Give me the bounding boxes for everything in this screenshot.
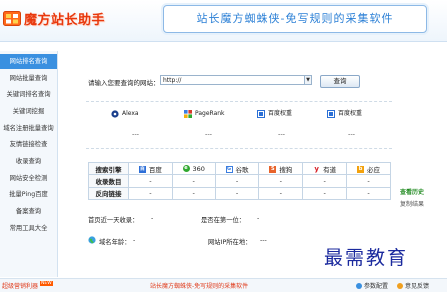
slogan-text: 站长魔方蜘蛛侠-免写规则的采集软件 xyxy=(196,12,394,25)
sidebar-item-friend-links[interactable]: 友情链接检查 xyxy=(0,137,57,152)
table-cell: - xyxy=(258,186,304,201)
first-day-index-label: 首页近一天收录： xyxy=(88,217,139,224)
baidu-weight-icon xyxy=(327,110,335,118)
marketing-tool-link[interactable]: 超级营销利器 NEW xyxy=(2,281,53,290)
watermark-text: 最需教育 xyxy=(324,247,409,269)
table-cell: - xyxy=(302,186,348,201)
sidebar-item-security[interactable]: 网站安全检测 xyxy=(0,171,57,186)
table-corner: 搜索引擎 xyxy=(88,161,129,176)
rank-name: Alexa xyxy=(122,110,139,117)
alexa-icon xyxy=(111,110,119,118)
column-youdao: y 有道 xyxy=(302,161,348,176)
sidebar-item-keyword-rank[interactable]: 关键词排名查询 xyxy=(0,87,57,102)
marketing-tool-label: 超级营销利器 xyxy=(2,283,39,290)
column-360: e 360 xyxy=(171,161,216,176)
sidebar-item-icp[interactable]: 备案查询 xyxy=(0,204,57,219)
youdao-icon: y xyxy=(313,165,321,174)
rank-baidu-weight: 百度权重 --- xyxy=(254,110,309,144)
rank-value: --- xyxy=(204,130,213,138)
sogou-icon: S xyxy=(269,166,277,174)
table-cell: - xyxy=(302,174,348,188)
table-cell: - xyxy=(346,186,391,201)
ranks-panel: Alexa --- PageRank --- 百度权重 --- 百度权重 --- xyxy=(86,101,392,149)
column-bing: b 必应 xyxy=(346,161,391,176)
baidu-weight-icon xyxy=(257,110,265,118)
bing-icon: b xyxy=(357,166,365,174)
view-history-link[interactable]: 查看历史 xyxy=(400,187,424,196)
rank-name: PageRank xyxy=(195,110,225,117)
search-engine-table: 搜索引擎 百百度 e 360 G 谷歌 S 搜狗 y 有道 b 必应 收录数目 - - -… xyxy=(88,161,391,201)
site-ip-location-value: --- xyxy=(260,237,267,244)
sidebar-item-ping-baidu[interactable]: 批量Ping百度 xyxy=(0,187,57,202)
footer-slogan-link[interactable]: 站长魔方蜘蛛侠-免写规则的采集软件 xyxy=(150,281,248,290)
rank-value: --- xyxy=(131,130,140,138)
domain-age-label: 域名年龄： xyxy=(99,239,131,246)
feedback-icon xyxy=(397,283,403,289)
first-day-index-value: - xyxy=(151,215,154,222)
globe-icon xyxy=(88,236,96,244)
table-row: 收录数目 - - - - - - xyxy=(88,174,391,188)
table-cell: - xyxy=(171,186,216,201)
first-position-value: - xyxy=(257,215,260,222)
row-label: 收录数目 xyxy=(88,174,129,188)
row-label: 反向链接 xyxy=(88,186,129,201)
rank-alexa: Alexa --- xyxy=(108,110,163,144)
table-cell: - xyxy=(258,174,304,188)
column-sogou: S 搜狗 xyxy=(258,161,304,176)
settings-button[interactable]: 参数配置 xyxy=(356,281,388,290)
column-baidu: 百百度 xyxy=(128,161,173,176)
feedback-label: 意见反馈 xyxy=(405,283,430,290)
so360-icon: e xyxy=(182,165,190,173)
url-dropdown-arrow-icon[interactable]: ▼ xyxy=(304,75,312,85)
table-cell: - xyxy=(214,186,260,201)
site-ip-location-label: 网站IP所在地： xyxy=(208,239,252,246)
status-footer: 超级营销利器 NEW 站长魔方蜘蛛侠-免写规则的采集软件 参数配置 意见反馈 xyxy=(0,278,447,292)
rank-value: --- xyxy=(277,130,286,138)
sidebar: 网站排名查询 网站批量查询 关键词排名查询 关键词挖掘 域名注册批量查询 友情链… xyxy=(0,51,58,277)
table-cell: - xyxy=(171,174,216,188)
app-header: 魔方站长助手 站长魔方蜘蛛侠-免写规则的采集软件 xyxy=(0,0,447,42)
table-cell: - xyxy=(128,186,173,201)
table-cell: - xyxy=(214,174,260,188)
baidu-icon: 百 xyxy=(138,166,146,174)
feedback-button[interactable]: 意见反馈 xyxy=(397,281,429,290)
domain-age-value: - xyxy=(133,237,136,244)
rank-pagerank: PageRank --- xyxy=(181,110,236,144)
rank-name: 百度权重 xyxy=(338,110,363,117)
google-icon: G xyxy=(225,166,233,174)
copy-results-link[interactable]: 复制结果 xyxy=(400,199,424,208)
rank-value: --- xyxy=(347,130,356,138)
sidebar-item-domain-batch[interactable]: 域名注册批量查询 xyxy=(0,121,57,136)
sidebar-item-keyword-mining[interactable]: 关键词挖掘 xyxy=(0,104,57,119)
sidebar-item-index-query[interactable]: 收录查询 xyxy=(0,154,57,169)
new-badge: NEW xyxy=(40,281,53,286)
magic-cube-logo-icon xyxy=(3,11,21,26)
sidebar-item-tools[interactable]: 常用工具大全 xyxy=(0,221,57,236)
table-row: 反向链接 - - - - - - xyxy=(88,186,391,201)
pagerank-icon xyxy=(184,110,192,118)
column-google: G 谷歌 xyxy=(214,161,260,176)
table-cell: - xyxy=(346,174,391,188)
sidebar-item-site-batch[interactable]: 网站批量查询 xyxy=(0,71,57,86)
rank-baidu-weight-2: 百度权重 --- xyxy=(324,110,379,144)
app-title: 魔方站长助手 xyxy=(24,13,106,28)
url-input-label: 请输入您要查询的网站： xyxy=(88,79,160,87)
rank-name: 百度权重 xyxy=(268,110,293,117)
table-header-row: 搜索引擎 百百度 e 360 G 谷歌 S 搜狗 y 有道 b 必应 xyxy=(88,161,391,176)
url-input[interactable] xyxy=(160,75,310,85)
gear-icon xyxy=(356,283,362,289)
sidebar-item-site-rank[interactable]: 网站排名查询 xyxy=(0,54,57,69)
first-position-label: 是否在第一位： xyxy=(201,217,246,224)
slogan-banner[interactable]: 站长魔方蜘蛛侠-免写规则的采集软件 xyxy=(163,5,427,33)
table-cell: - xyxy=(128,174,173,188)
settings-label: 参数配置 xyxy=(364,283,389,290)
query-button[interactable]: 查询 xyxy=(320,75,360,88)
